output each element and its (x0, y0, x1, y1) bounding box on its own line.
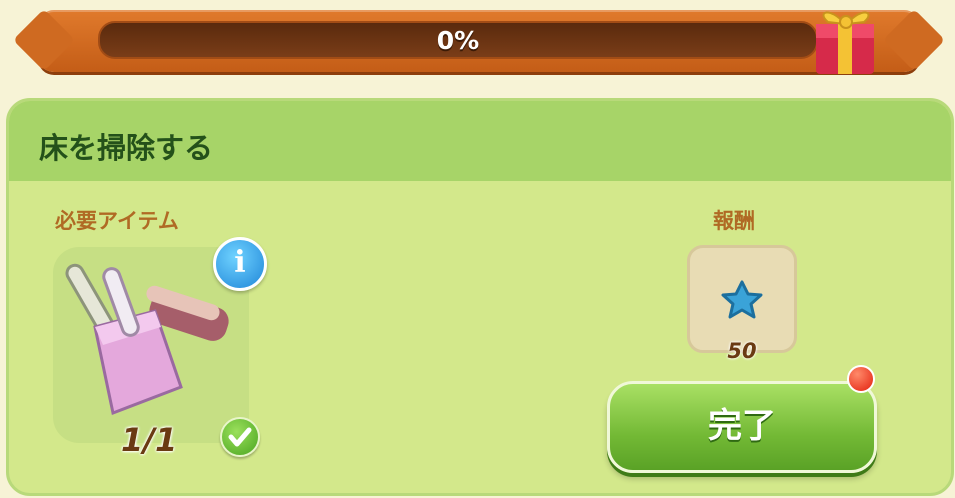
progress-percent: 0% (436, 26, 480, 55)
task-panel: 床を掃除する 必要アイテム 報酬 i 1/1 50 完了 (6, 98, 954, 496)
checkmark-icon (220, 417, 260, 457)
gift-box-icon[interactable] (810, 2, 882, 78)
complete-button[interactable]: 完了 (607, 381, 877, 473)
info-icon[interactable]: i (213, 237, 267, 291)
progress-bar: 0% (98, 21, 818, 59)
task-header: 床を掃除する (9, 101, 951, 181)
task-title: 床を掃除する (39, 131, 214, 165)
item-count: 1/1 (121, 421, 178, 459)
reward-slot (687, 245, 797, 353)
blue-star-icon (721, 280, 763, 319)
required-items-label: 必要アイテム (55, 209, 179, 233)
reward-label: 報酬 (713, 209, 755, 233)
progress-banner: 0% (38, 10, 920, 72)
reward-amount: 50 (727, 339, 757, 363)
notification-dot (847, 365, 875, 393)
